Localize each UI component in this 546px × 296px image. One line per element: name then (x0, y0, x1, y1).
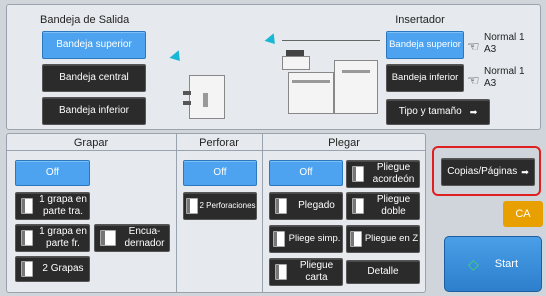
book-icon (100, 230, 116, 246)
tray-center-button[interactable]: Bandeja central (42, 64, 146, 92)
start-diamond-icon: ◇ (467, 255, 479, 272)
fold-detail-button[interactable]: Detalle (346, 260, 420, 284)
fold-single-button[interactable]: Pliege simp. (269, 225, 343, 253)
fold-icon (352, 166, 364, 182)
fold-double-label: Pliegue doble (376, 194, 411, 217)
staple-two-button[interactable]: 2 Grapas (15, 256, 90, 282)
staple-one-back-button[interactable]: 1 grapa en parte tra. (15, 192, 90, 220)
upper-paper-size: A3 (484, 44, 497, 55)
fold-icon (352, 198, 364, 214)
fold-z-label: Pliegue en Z (364, 233, 419, 244)
staple-one-front-button[interactable]: 1 grapa en parte fr. (15, 224, 90, 252)
divider (176, 133, 177, 293)
arrow-right-icon: ➡ (469, 107, 478, 117)
punch-two-holes-button[interactable]: 2 Perforaciones (183, 192, 257, 220)
staple-icon (21, 261, 33, 277)
type-size-button[interactable]: Tipo y tamaño ➡ (386, 99, 490, 125)
tray-bottom-button[interactable]: Bandeja inferior (42, 97, 146, 125)
fold-letter-button[interactable]: Pliegue carta (269, 258, 343, 286)
lower-paper-size: A3 (484, 78, 497, 89)
finisher-illustration (165, 35, 245, 125)
punch-off-button[interactable]: Off (183, 160, 257, 186)
fold-icon (275, 198, 287, 214)
tray-top-button[interactable]: Bandeja superior (42, 31, 146, 59)
type-size-label: Tipo y tamaño (398, 106, 462, 117)
divider (6, 150, 426, 151)
lower-paper-type: Normal 1 (484, 66, 525, 77)
staple-binder-button[interactable]: Encua-dernador (94, 224, 170, 252)
fold-double-button[interactable]: Pliegue doble (346, 192, 420, 220)
copies-pages-button[interactable]: Copias/Páginas ➡ (441, 158, 535, 186)
fold-off-button[interactable]: Off (269, 160, 343, 186)
inserter-upper-button[interactable]: Bandeja superior (386, 31, 464, 59)
fold-icon (273, 231, 285, 247)
upper-paper-type: Normal 1 (484, 32, 525, 43)
inserter-title: Insertador (395, 14, 445, 26)
output-position-arrow-icon (169, 50, 185, 65)
staple-icon (21, 198, 33, 214)
inserter-lower-button[interactable]: Bandeja inferior (386, 64, 464, 92)
lower-paper-info: ☜ Normal 1 A3 (467, 66, 542, 94)
fold-accordion-button[interactable]: Pliegue acordeón (346, 160, 420, 188)
fold-icon (275, 264, 287, 280)
upper-paper-info: ☜ Normal 1 A3 (467, 32, 542, 60)
inserter-position-arrow-icon (264, 33, 280, 48)
staple-off-button[interactable]: Off (15, 160, 90, 186)
hand-tray-icon: ☜ (467, 72, 480, 88)
staple-one-back-label: 1 grapa en parte tra. (39, 194, 87, 217)
copies-pages-label: Copias/Páginas (447, 166, 518, 177)
fold-folded-button[interactable]: Plegado (269, 192, 343, 220)
staple-two-label: 2 Grapas (42, 263, 84, 274)
fold-folded-label: Plegado (298, 200, 335, 211)
clear-all-button[interactable]: CA (503, 201, 543, 227)
output-tray-title: Bandeja de Salida (40, 14, 130, 26)
hand-tray-icon: ☜ (467, 38, 480, 54)
fold-letter-label: Pliegue carta (299, 260, 334, 283)
inserter-illustration (262, 30, 380, 122)
arrow-right-icon: ➡ (521, 167, 529, 177)
punch-icon (186, 198, 198, 214)
staple-title: Grapar (73, 137, 109, 149)
staple-binder-label: Encua-dernador (124, 226, 165, 249)
fold-z-button[interactable]: Pliegue en Z (346, 225, 420, 253)
start-label: Start (494, 258, 518, 270)
staple-one-front-label: 1 grapa en parte fr. (39, 226, 87, 249)
fold-accordion-label: Pliegue acordeón (372, 162, 415, 185)
punch-two-holes-label: 2 Perforaciones (199, 201, 256, 210)
staple-icon (21, 230, 33, 246)
fold-icon (350, 231, 362, 247)
fold-title: Plegar (328, 137, 360, 149)
start-button[interactable]: ◇ Start (444, 236, 542, 292)
fold-single-label: Pliege simp. (288, 233, 341, 244)
punch-title: Perforar (199, 137, 239, 149)
divider (262, 133, 263, 293)
